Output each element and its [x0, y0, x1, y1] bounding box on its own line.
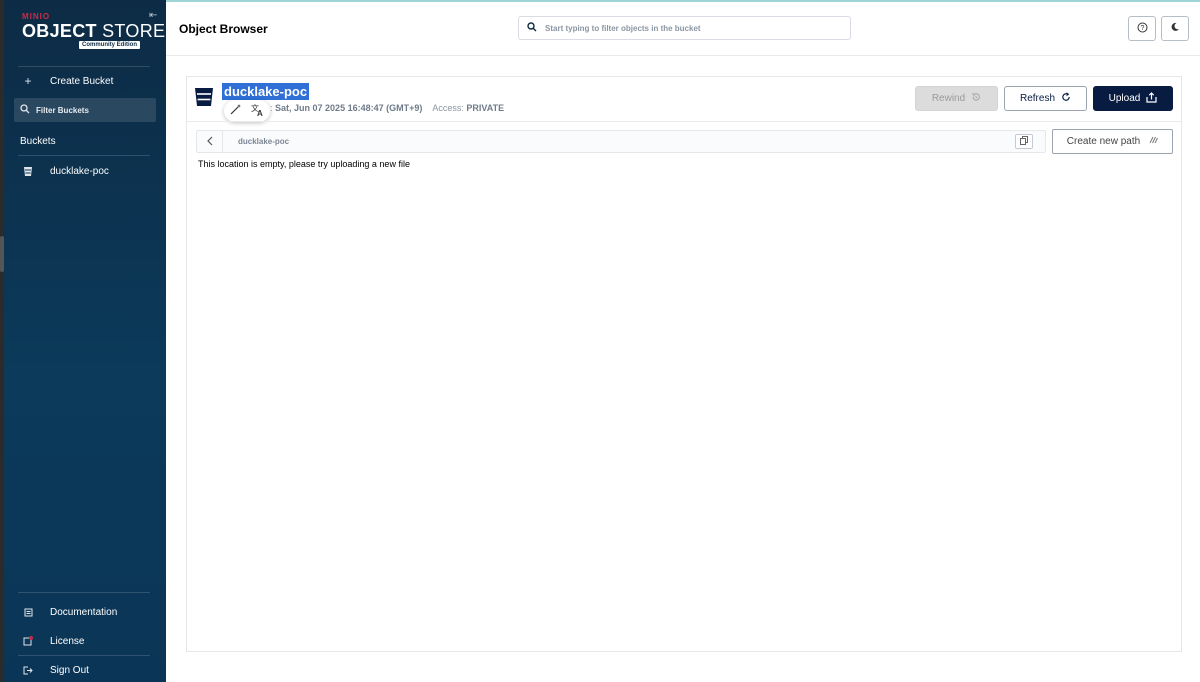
- logo-product-bold: OBJECT: [22, 21, 97, 41]
- access-label: Access:: [432, 103, 464, 113]
- license-icon: [16, 636, 40, 646]
- logo-product: OBJECT STORE: [22, 21, 165, 41]
- create-bucket-button[interactable]: + Create Bucket: [18, 70, 158, 92]
- create-new-path-label: Create new path: [1066, 136, 1141, 147]
- translate-icon[interactable]: 文A: [251, 103, 265, 119]
- create-bucket-label: Create Bucket: [50, 75, 114, 87]
- svg-text:?: ?: [1140, 25, 1144, 32]
- magic-wand-icon[interactable]: [229, 103, 242, 119]
- upload-label: Upload: [1108, 93, 1141, 104]
- svg-text:A: A: [257, 109, 263, 116]
- empty-state-message: This location is empty, please try uploa…: [198, 159, 410, 169]
- upload-button[interactable]: Upload: [1093, 86, 1173, 111]
- bucket-icon: [195, 87, 213, 107]
- dark-mode-button[interactable]: [1161, 16, 1189, 41]
- sign-out-label: Sign Out: [50, 664, 89, 676]
- license-link[interactable]: License: [18, 630, 158, 652]
- sidebar-divider: [18, 155, 150, 156]
- documentation-label: Documentation: [50, 606, 118, 618]
- window-top-border: [0, 0, 1200, 2]
- collapse-sidebar-icon[interactable]: ⇤: [149, 10, 157, 21]
- created-label: :: [270, 103, 273, 113]
- access-value: PRIVATE: [466, 103, 505, 113]
- sidebar-divider: [18, 655, 150, 656]
- back-button[interactable]: [197, 131, 223, 152]
- copy-icon: [1020, 136, 1028, 147]
- sidebar: MINIO OBJECT STORE Community Edition ⇤ +…: [4, 0, 166, 682]
- plus-icon: +: [24, 74, 32, 88]
- sidebar-divider: [18, 592, 150, 593]
- history-icon: [971, 92, 981, 105]
- object-search-input[interactable]: [545, 23, 845, 33]
- bucket-icon: [16, 166, 40, 176]
- bucket-title: ducklake-poc: [222, 83, 310, 100]
- documentation-link[interactable]: Documentation: [18, 601, 158, 623]
- copy-path-button[interactable]: [1015, 134, 1033, 149]
- breadcrumb: ducklake-poc: [196, 130, 1046, 153]
- search-icon: [527, 21, 537, 35]
- filter-buckets-field[interactable]: [14, 98, 156, 122]
- help-button[interactable]: ?: [1128, 16, 1156, 41]
- sidebar-divider: [18, 66, 150, 67]
- object-search-field[interactable]: [518, 16, 851, 40]
- moon-icon: [1170, 22, 1180, 35]
- rewind-label: Rewind: [931, 93, 966, 104]
- logo-brand: MINIO: [22, 12, 51, 21]
- rewind-button[interactable]: Rewind: [915, 86, 998, 111]
- minio-logo: MINIO OBJECT STORE Community Edition: [22, 12, 165, 49]
- logo-product-light: STORE: [96, 21, 166, 41]
- logo-edition-badge: Community Edition: [79, 41, 140, 49]
- license-label: License: [50, 635, 85, 647]
- sign-out-icon: [16, 666, 40, 675]
- page-title: Object Browser: [179, 22, 268, 36]
- refresh-button[interactable]: Refresh: [1004, 86, 1087, 111]
- filter-buckets-input[interactable]: [36, 105, 146, 115]
- chevron-left-icon: [206, 135, 213, 149]
- upload-icon: [1146, 91, 1157, 106]
- sign-out-link[interactable]: Sign Out: [18, 659, 158, 681]
- sidebar-item-bucket[interactable]: ducklake-poc: [18, 160, 158, 182]
- created-value: Sat, Jun 07 2025 16:48:47 (GMT+9): [275, 103, 423, 113]
- new-path-icon: [1148, 136, 1159, 147]
- bucket-item-label: ducklake-poc: [50, 165, 109, 177]
- document-icon: [16, 608, 40, 617]
- help-icon: ?: [1137, 22, 1148, 36]
- refresh-icon: [1061, 92, 1071, 105]
- text-selection-toolbar: 文A: [224, 100, 270, 122]
- search-icon: [20, 103, 30, 117]
- refresh-label: Refresh: [1019, 93, 1055, 104]
- buckets-section-title: Buckets: [20, 136, 56, 147]
- breadcrumb-path[interactable]: ducklake-poc: [238, 137, 289, 146]
- header-divider: [166, 55, 1200, 56]
- create-new-path-button[interactable]: Create new path: [1052, 129, 1173, 154]
- panel-divider: [187, 121, 1181, 122]
